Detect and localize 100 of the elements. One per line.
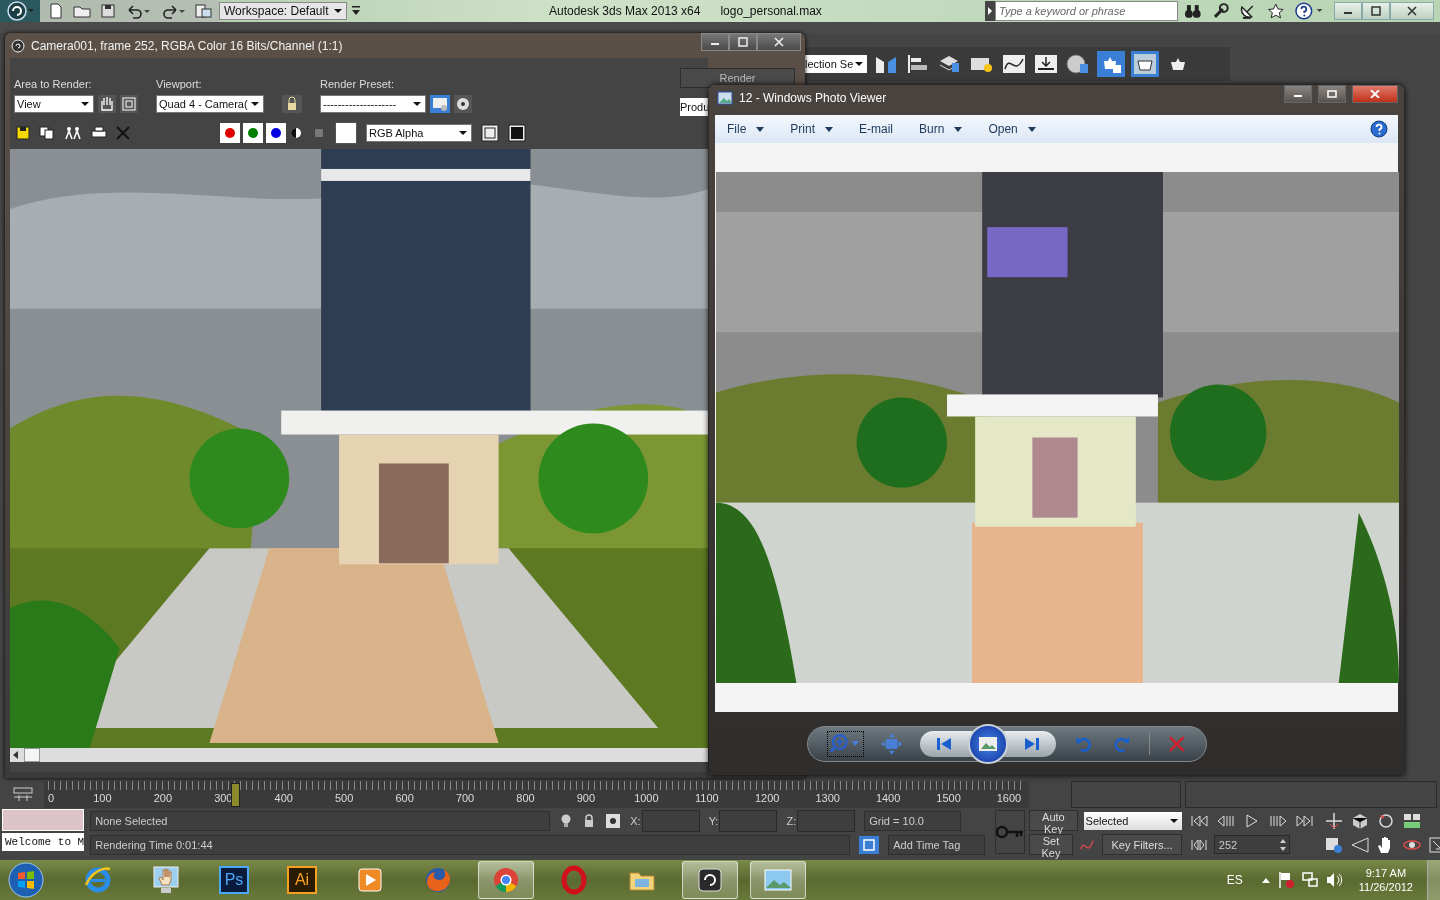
alpha-icon[interactable] xyxy=(289,125,303,140)
time-config-icon[interactable] xyxy=(1323,835,1344,854)
clock-time[interactable]: 9:17 AM xyxy=(1365,866,1407,880)
floppy-icon[interactable] xyxy=(100,3,116,19)
menu-item[interactable]: E-mail xyxy=(859,122,894,136)
zoom-icon[interactable] xyxy=(827,731,863,756)
go-to-start-icon[interactable] xyxy=(1189,813,1210,828)
frame-number: 500 xyxy=(334,792,355,804)
star-icon[interactable] xyxy=(1266,3,1285,19)
production-dropdown[interactable]: Produ xyxy=(680,98,708,116)
minimize-button[interactable] xyxy=(1334,2,1362,20)
field-of-view-icon[interactable] xyxy=(1349,835,1370,854)
coordinate-field[interactable] xyxy=(797,810,856,832)
wrench-icon[interactable] xyxy=(1211,3,1230,19)
render-setup-icon[interactable] xyxy=(430,95,450,113)
binoculars-icon[interactable] xyxy=(1184,3,1202,19)
curve-editor-icon[interactable] xyxy=(1001,53,1027,75)
color-swatch[interactable] xyxy=(335,121,357,144)
transform-icon[interactable] xyxy=(605,813,622,829)
render-button[interactable]: Render xyxy=(680,68,795,88)
help-icon[interactable] xyxy=(1294,2,1324,20)
print-icon[interactable] xyxy=(91,125,107,140)
save-icon[interactable] xyxy=(16,125,30,140)
minimize-button[interactable] xyxy=(1284,85,1312,103)
frame-number: 1600 xyxy=(995,792,1023,804)
new-file-icon[interactable] xyxy=(48,3,64,19)
clock-date[interactable]: 11/26/2012 xyxy=(1358,880,1413,894)
scrollbar-thumb[interactable] xyxy=(24,748,40,762)
close-button[interactable] xyxy=(1390,2,1434,20)
coordinate-field[interactable] xyxy=(641,810,700,832)
prompt-text: Rendering Time 0:01:44 xyxy=(90,835,851,855)
frame-number: 1300 xyxy=(814,792,841,804)
time-tag-field[interactable]: Add Time Tag xyxy=(888,835,986,855)
menu-item[interactable]: File xyxy=(727,122,765,136)
coordinate-field[interactable] xyxy=(719,810,778,832)
window-title: 12 - Windows Photo Viewer xyxy=(739,91,887,105)
next-frame-icon[interactable] xyxy=(1267,813,1288,828)
channel-toggle[interactable] xyxy=(220,122,240,143)
frame-field[interactable]: 252 xyxy=(1213,835,1290,854)
flag-icon[interactable] xyxy=(1276,871,1295,889)
taskbar-app-button[interactable] xyxy=(682,861,738,899)
folder-icon[interactable] xyxy=(73,3,91,19)
maximize-button[interactable] xyxy=(1362,2,1390,20)
channel-toggle[interactable] xyxy=(266,122,286,143)
maximize-viewport-icon[interactable] xyxy=(1401,811,1422,830)
taskbar-app-button[interactable]: Ps xyxy=(206,861,262,899)
slideshow-button[interactable] xyxy=(968,723,1008,764)
show-hidden-icons-icon[interactable] xyxy=(1260,876,1271,884)
window-icon[interactable] xyxy=(481,123,499,142)
lock-icon[interactable] xyxy=(282,95,302,113)
track-bar-icon[interactable] xyxy=(12,785,34,804)
workspace-dropdown[interactable]: Workspace: Default xyxy=(219,2,347,20)
close-button[interactable] xyxy=(757,33,801,51)
preset-dropdown[interactable]: -------------------- xyxy=(320,95,426,113)
maximize-button[interactable] xyxy=(729,33,757,51)
key-mode-icon[interactable] xyxy=(1189,837,1208,852)
environment-icon[interactable] xyxy=(454,95,472,113)
key-filters-button[interactable]: Key Filters... xyxy=(1102,834,1182,855)
listener-field[interactable] xyxy=(2,809,85,831)
maximize-button[interactable] xyxy=(1318,85,1346,103)
go-to-end-icon[interactable] xyxy=(1293,813,1314,828)
frame-number: 1500 xyxy=(935,792,962,804)
project-folder-icon[interactable] xyxy=(195,3,213,19)
clone-icon[interactable] xyxy=(64,125,82,140)
application-button[interactable] xyxy=(0,0,40,22)
menu-item[interactable]: Open xyxy=(988,122,1036,136)
channel-toggle[interactable] xyxy=(243,122,263,143)
time-tag-icon[interactable] xyxy=(859,836,880,854)
area-dropdown[interactable]: View xyxy=(14,95,94,113)
undo-icon[interactable] xyxy=(125,3,151,19)
volume-icon[interactable] xyxy=(1324,871,1343,889)
skip-forward-icon xyxy=(1024,736,1040,751)
copy-icon[interactable] xyxy=(39,125,55,140)
window-icon[interactable] xyxy=(508,123,526,142)
display-dropdown[interactable]: RGB Alpha xyxy=(366,123,472,142)
network-icon[interactable] xyxy=(1300,871,1319,889)
previous-frame-icon[interactable] xyxy=(1215,813,1236,828)
key-mode-dropdown[interactable]: Selected xyxy=(1083,811,1182,830)
language-indicator[interactable]: ES xyxy=(1226,873,1243,887)
taskbar-app-button[interactable]: Ai xyxy=(274,861,330,899)
edit-region-icon[interactable] xyxy=(98,95,116,113)
search-field[interactable]: Type a keyword or phrase xyxy=(995,1,1178,21)
menu-item[interactable]: Burn xyxy=(919,122,963,136)
close-button[interactable] xyxy=(1352,85,1398,103)
start-button[interactable] xyxy=(6,860,46,900)
auto-region-icon[interactable] xyxy=(120,95,138,113)
menu-item[interactable]: Print xyxy=(790,122,834,136)
redo-icon[interactable] xyxy=(160,3,186,19)
frame-number: 600 xyxy=(394,792,415,804)
pan-icon[interactable] xyxy=(1323,811,1344,830)
selection-set-dropdown[interactable]: lection Se xyxy=(805,55,867,73)
time-slider-thumb[interactable] xyxy=(231,783,241,807)
help-icon[interactable] xyxy=(1370,120,1388,138)
minimize-button[interactable] xyxy=(701,33,729,51)
material-editor-icon[interactable] xyxy=(1065,53,1091,75)
schematic-icon[interactable] xyxy=(1033,53,1059,75)
viewport-dropdown[interactable]: Quad 4 - Camera( xyxy=(156,95,264,113)
play-icon xyxy=(355,865,385,895)
expand-icon[interactable] xyxy=(985,1,995,21)
maximize-toggle-icon[interactable] xyxy=(1427,835,1440,854)
